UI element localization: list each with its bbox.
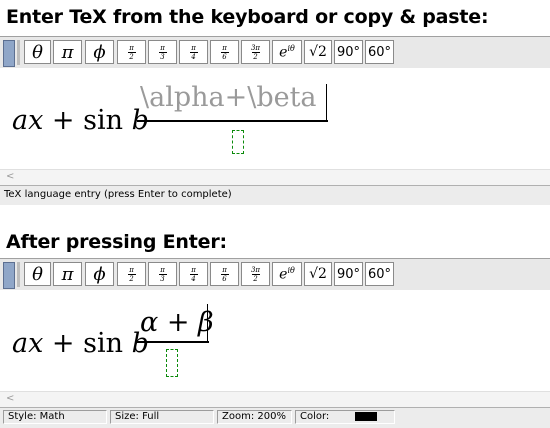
pi-icon: π	[61, 41, 74, 63]
toolbar-button-sixty-degrees[interactable]: 60°	[365, 262, 394, 286]
toolbar-button-e-to-i-theta[interactable]: eiθ	[272, 40, 302, 64]
status-size[interactable]: Size: Full	[110, 410, 214, 424]
fraction-bar	[137, 341, 209, 343]
toolbar-separator	[17, 40, 20, 65]
theta-icon: θ	[32, 41, 43, 63]
phi-icon: ϕ	[93, 263, 106, 285]
toolbar-button-pi-over-6[interactable]: π6	[210, 40, 239, 64]
toolbar-button-three-pi-over-2[interactable]: 3π 2	[241, 262, 270, 286]
three-pi-over-2-icon: 3π 2	[250, 43, 261, 61]
theta-icon: θ	[32, 263, 43, 285]
status-bar-bottom: Style: Math Size: Full Zoom: 200% Color:	[0, 407, 550, 428]
text-cursor	[207, 304, 208, 341]
toolbar-button-sqrt-2[interactable]: √2	[304, 40, 332, 64]
denominator-placeholder[interactable]	[166, 349, 178, 377]
ninety-degrees-icon: 90°	[336, 44, 361, 60]
toolbar-grip[interactable]	[3, 40, 15, 67]
denominator-placeholder[interactable]	[232, 130, 244, 154]
toolbar-button-pi-over-2[interactable]: π2	[117, 262, 146, 286]
text-cursor	[326, 84, 327, 120]
pi-over-4-icon: π4	[189, 265, 198, 283]
toolbar-button-ninety-degrees[interactable]: 90°	[334, 40, 363, 64]
toolbar-button-pi-over-4[interactable]: π4	[179, 40, 208, 64]
e-to-i-theta-icon: eiθ	[279, 265, 295, 283]
toolbar-button-pi[interactable]: π	[53, 40, 82, 64]
toolbar-button-pi-over-6[interactable]: π6	[210, 262, 239, 286]
toolbar-button-pi[interactable]: π	[53, 262, 82, 286]
pi-over-4-icon: π4	[189, 43, 198, 61]
toolbar-button-sixty-degrees[interactable]: 60°	[365, 40, 394, 64]
top-heading: Enter TeX from the keyboard or copy & pa…	[6, 6, 489, 28]
toolbar-separator	[17, 262, 20, 287]
toolbar-button-sqrt-2[interactable]: √2	[304, 262, 332, 286]
tex-input-text[interactable]: \alpha+\beta	[140, 82, 317, 113]
pi-over-3-icon: π3	[158, 43, 167, 61]
toolbar-button-theta[interactable]: θ	[24, 262, 51, 286]
pi-icon: π	[61, 263, 74, 285]
toolbar-button-phi[interactable]: ϕ	[85, 40, 114, 64]
toolbar-button-phi[interactable]: ϕ	[85, 262, 114, 286]
math-toolbar-top: θ π ϕ π 2 π 3 π 4 π 6 3π 2 eiθ √2 90° 60°	[0, 36, 550, 69]
three-pi-over-2-icon: 3π 2	[250, 265, 261, 283]
status-color[interactable]: Color:	[295, 410, 395, 424]
sixty-degrees-icon: 60°	[367, 266, 392, 282]
status-style[interactable]: Style: Math	[3, 410, 107, 424]
scroll-left-icon[interactable]: <	[6, 393, 14, 404]
sixty-degrees-icon: 60°	[367, 44, 392, 60]
fraction-bar	[137, 120, 328, 122]
numerator-alpha-plus-beta[interactable]: α + β	[140, 307, 214, 338]
pi-over-2-icon: π2	[127, 43, 136, 61]
bottom-heading: After pressing Enter:	[6, 231, 227, 253]
pi-over-6-icon: π6	[220, 43, 229, 61]
pi-over-3-icon: π3	[158, 265, 167, 283]
pi-over-6-icon: π6	[220, 265, 229, 283]
color-swatch[interactable]	[354, 411, 377, 421]
toolbar-button-three-pi-over-2[interactable]: 3π 2	[241, 40, 270, 64]
status-message: TeX language entry (press Enter to compl…	[4, 189, 232, 200]
ninety-degrees-icon: 90°	[336, 266, 361, 282]
sqrt-2-icon: √2	[309, 266, 327, 282]
toolbar-grip[interactable]	[3, 262, 15, 289]
expression-ax: ax + sin b	[12, 105, 149, 136]
toolbar-button-ninety-degrees[interactable]: 90°	[334, 262, 363, 286]
status-zoom[interactable]: Zoom: 200%	[217, 410, 292, 424]
toolbar-button-theta[interactable]: θ	[24, 40, 51, 64]
e-to-i-theta-icon: eiθ	[279, 43, 295, 61]
horizontal-scrollbar-top[interactable]: <	[0, 169, 550, 185]
sqrt-2-icon: √2	[309, 44, 327, 60]
scroll-left-icon[interactable]: <	[6, 171, 14, 182]
math-toolbar-bottom: θ π ϕ π 2 π 3 π 4 π 6 3π 2 eiθ √2 90° 60°	[0, 258, 550, 291]
toolbar-button-pi-over-3[interactable]: π3	[148, 262, 177, 286]
horizontal-scrollbar-bottom[interactable]: <	[0, 391, 550, 407]
math-editor-bottom[interactable]: ax + sin b α + β	[0, 290, 550, 390]
pi-over-2-icon: π2	[127, 265, 136, 283]
math-editor-top[interactable]: ax + sin b \alpha+\beta	[0, 68, 550, 168]
expression-ax: ax + sin b	[12, 328, 149, 359]
phi-icon: ϕ	[93, 41, 106, 63]
status-color-label: Color:	[300, 411, 330, 422]
toolbar-button-pi-over-4[interactable]: π4	[179, 262, 208, 286]
toolbar-button-e-to-i-theta[interactable]: eiθ	[272, 262, 302, 286]
toolbar-button-pi-over-2[interactable]: π2	[117, 40, 146, 64]
toolbar-button-pi-over-3[interactable]: π3	[148, 40, 177, 64]
status-bar-top: TeX language entry (press Enter to compl…	[0, 185, 550, 205]
